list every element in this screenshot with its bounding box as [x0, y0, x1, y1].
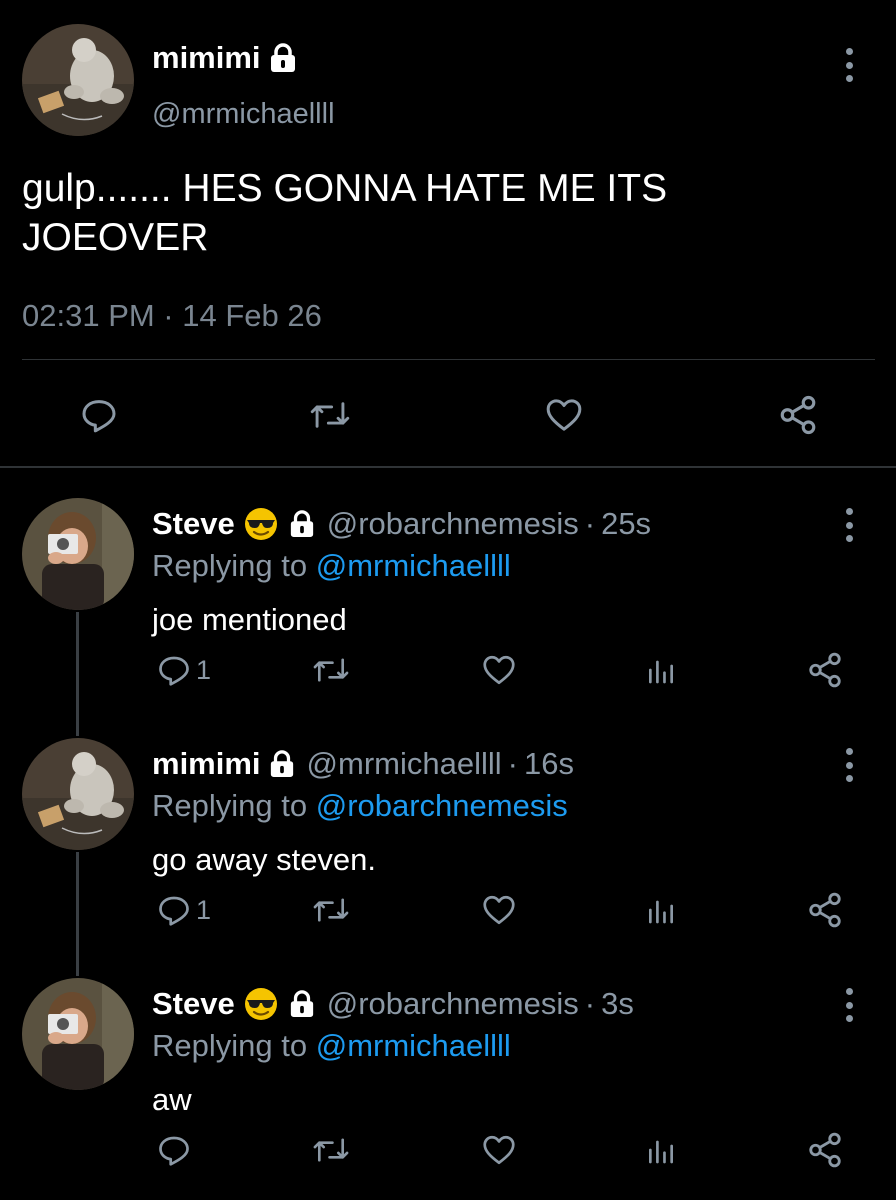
reply-header: Steve @robarchnemesis · 25s [152, 504, 651, 544]
lock-icon [289, 509, 315, 539]
retweet-icon [313, 658, 349, 682]
replying-to-mention[interactable]: @mrmichaellll [316, 1028, 511, 1063]
analytics-icon [649, 660, 673, 684]
handle[interactable]: @robarchnemesis [327, 506, 579, 542]
sunglasses-emoji-icon [243, 506, 279, 542]
like-icon [546, 399, 582, 431]
display-name[interactable]: mimimi [152, 746, 261, 782]
replying-to-mention[interactable]: @mrmichaellll [316, 548, 511, 583]
like-button[interactable] [541, 392, 587, 438]
replying-to: Replying to @mrmichaellll [152, 548, 511, 584]
reply-button[interactable] [76, 392, 122, 438]
display-name[interactable]: Steve [152, 986, 235, 1022]
like-button[interactable] [481, 1130, 517, 1170]
sunglasses-emoji-icon [243, 986, 279, 1022]
reply-count: 1 [196, 894, 212, 925]
reply-button[interactable]: 1 [156, 890, 211, 930]
replying-to: Replying to @mrmichaellll [152, 1028, 511, 1064]
share-icon [809, 892, 841, 928]
tweet-text: gulp....... HES GONNA HATE ME ITS JOEOVE… [22, 167, 668, 259]
like-icon [483, 895, 515, 925]
retweet-icon [313, 898, 349, 922]
lock-icon [269, 749, 295, 779]
separator: · [584, 506, 596, 541]
handle[interactable]: @mrmichaellll [152, 98, 335, 131]
lock-icon [289, 989, 315, 1019]
reply-text: go away steven. [152, 842, 377, 877]
display-name[interactable]: mimimi [152, 40, 297, 76]
lock-icon [270, 43, 295, 72]
reply-icon [159, 1136, 189, 1166]
more-options-icon[interactable] [839, 508, 859, 542]
reply-text: aw [152, 1082, 192, 1117]
reply-button[interactable] [156, 1130, 196, 1170]
handle[interactable]: @mrmichaellll [307, 746, 502, 782]
replying-to-label: Replying to [152, 788, 308, 823]
reply-tweet[interactable]: mimimi @mrmichaellll · 16s Replying to @… [0, 708, 896, 948]
avatar[interactable] [22, 978, 134, 1090]
like-icon [483, 655, 515, 685]
share-button[interactable] [806, 890, 844, 930]
analytics-button[interactable] [645, 650, 677, 690]
avatar[interactable] [22, 24, 134, 136]
analytics-icon [649, 1140, 673, 1164]
like-button[interactable] [481, 650, 517, 690]
retweet-button[interactable] [312, 1130, 350, 1170]
share-button[interactable] [806, 650, 844, 690]
retweet-button[interactable] [312, 890, 350, 930]
reply-icon [159, 656, 189, 686]
share-icon [780, 395, 816, 435]
handle[interactable]: @robarchnemesis [327, 986, 579, 1022]
more-options-icon[interactable] [839, 988, 859, 1022]
tweet-timestamp: 02:31 PM · 14 Feb 26 [22, 298, 322, 333]
reply-icon [82, 400, 116, 433]
replying-to-label: Replying to [152, 1028, 308, 1063]
divider [22, 359, 875, 360]
reply-tweet[interactable]: Steve @robarchnemesis · 25s Replying to … [0, 468, 896, 708]
separator: · [584, 986, 596, 1021]
display-name[interactable]: Steve [152, 506, 235, 542]
retweet-icon [313, 1138, 349, 1162]
reply-text: joe mentioned [152, 602, 347, 637]
replying-to-label: Replying to [152, 548, 308, 583]
avatar[interactable] [22, 738, 134, 850]
relative-time: 16s [523, 746, 574, 781]
reply-icon [159, 896, 189, 926]
main-tweet: mimimi @mrmichaellll gulp....... HES GON… [0, 0, 896, 468]
relative-time: 3s [601, 986, 634, 1021]
more-options-icon[interactable] [839, 748, 859, 782]
separator: · [507, 746, 518, 781]
replying-to-mention[interactable]: @robarchnemesis [316, 788, 568, 823]
share-icon [809, 1132, 841, 1168]
analytics-icon [649, 900, 673, 924]
like-button[interactable] [481, 890, 517, 930]
retweet-button[interactable] [307, 392, 353, 438]
replying-to: Replying to @robarchnemesis [152, 788, 568, 824]
share-button[interactable] [806, 1130, 844, 1170]
analytics-button[interactable] [645, 1130, 677, 1170]
page: mimimi @mrmichaellll gulp....... HES GON… [0, 0, 896, 1200]
retweet-icon [310, 402, 350, 428]
more-options-icon[interactable] [839, 48, 859, 82]
retweet-button[interactable] [312, 650, 350, 690]
share-button[interactable] [775, 392, 821, 438]
share-icon [809, 652, 841, 688]
avatar[interactable] [22, 498, 134, 610]
reply-count: 1 [196, 654, 212, 685]
display-name-text[interactable]: mimimi [152, 40, 261, 76]
reply-button[interactable]: 1 [156, 650, 211, 690]
like-icon [483, 1135, 515, 1165]
reply-tweet[interactable]: Steve @robarchnemesis · 3s Replying to @… [0, 948, 896, 1188]
relative-time: 25s [601, 506, 652, 541]
reply-header: mimimi @mrmichaellll · 16s [152, 744, 574, 784]
analytics-button[interactable] [645, 890, 677, 930]
reply-header: Steve @robarchnemesis · 3s [152, 984, 634, 1024]
